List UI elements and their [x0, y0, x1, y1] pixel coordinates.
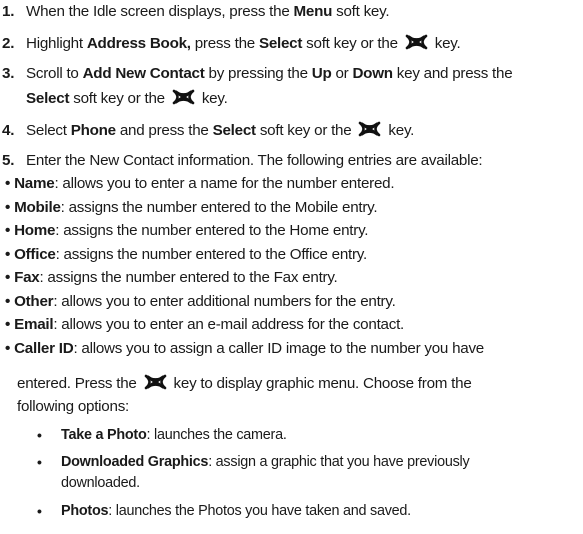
bullet: • — [37, 427, 42, 443]
caller-id-continuation: entered. Press the key to display graphi… — [17, 373, 472, 392]
list-item-caller-id: • Caller ID: allows you to assign a call… — [5, 340, 485, 357]
bullet: • — [37, 503, 42, 519]
step-number: 5. — [2, 152, 15, 169]
list-item-office: • Office: assigns the number entered to … — [5, 246, 367, 263]
step-2: 2. Highlight Address Book, press the Sele… — [2, 33, 461, 52]
caller-id-continuation-2: following options: — [17, 398, 130, 415]
list-item-fax: • Fax: assigns the number entered to the… — [5, 269, 338, 286]
bullet: • — [37, 454, 42, 470]
bullet: • — [5, 293, 11, 310]
bullet: • — [5, 246, 11, 263]
manual-page: 1. When the Idle screen displays, press t… — [2, 3, 513, 519]
list-item-mobile: • Mobile: assigns the number entered to … — [5, 199, 378, 216]
step-5: 5. Enter the New Contact information. The… — [2, 152, 483, 169]
nav-select-key-icon — [171, 88, 196, 106]
bullet: • — [5, 340, 11, 357]
bullet: • — [5, 175, 11, 192]
step-3-continuation: Select soft key or the key. — [26, 88, 228, 107]
step-number: 1. — [2, 3, 15, 20]
nav-select-key-icon — [404, 33, 429, 51]
bullet: • — [5, 222, 11, 239]
step-number: 4. — [2, 122, 15, 139]
list-item-home: • Home: assigns the number entered to th… — [5, 222, 369, 239]
step-3: 3. Scroll to Add New Contact by pressing … — [2, 65, 513, 82]
step-number: 3. — [2, 65, 15, 82]
list-item-email: • Email: allows you to enter an e-mail a… — [5, 316, 405, 333]
bullet: • — [5, 269, 11, 286]
bullet: • — [5, 316, 11, 333]
step-1: 1. When the Idle screen displays, press t… — [2, 3, 390, 20]
step-number: 2. — [2, 35, 15, 52]
list-item-other: • Other: allows you to enter additional … — [5, 293, 396, 310]
list-item-name: • Name: allows you to enter a name for t… — [5, 175, 395, 192]
bullet: • — [5, 199, 11, 216]
nav-select-key-icon — [143, 373, 168, 391]
nav-select-key-icon — [357, 120, 382, 138]
step-4: 4. Select Phone and press the Select soft… — [2, 120, 415, 139]
